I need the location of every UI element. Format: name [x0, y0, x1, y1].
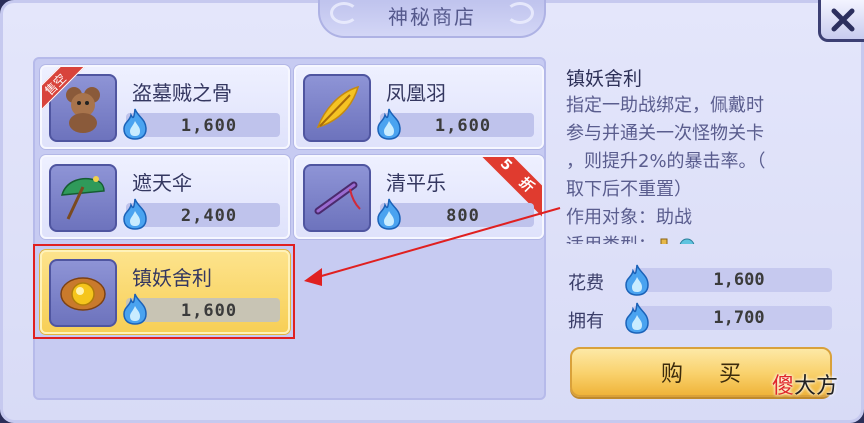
item-name: 清平乐: [386, 171, 446, 195]
phoenix-feather-icon: [303, 74, 371, 142]
item-card[interactable]: 遮天伞 2,400: [40, 155, 290, 239]
detail-title: 镇妖舍利: [566, 68, 643, 90]
close-icon: [831, 8, 854, 31]
item-price: 1,600: [180, 301, 238, 321]
title-tab: 神秘商店: [318, 0, 546, 38]
desc-line: 取下后不重置）: [566, 179, 692, 200]
item-card-selected[interactable]: 镇妖舍利 1,600: [40, 250, 290, 334]
blue-flame-icon: [120, 292, 150, 330]
desc-type: 适用类型：: [566, 232, 816, 244]
blue-flame-icon: [622, 301, 652, 339]
desc-line: ，则提升2%的暴击率。（: [566, 151, 766, 172]
type-label: 适用类型：: [566, 232, 656, 244]
boot-icon: [660, 238, 668, 244]
cost-row: 花费 1,600: [568, 264, 832, 296]
item-name: 凤凰羽: [386, 81, 446, 105]
item-price: 1,600: [180, 116, 238, 136]
watermark-text: 大方: [794, 374, 839, 399]
flute-icon: [303, 164, 371, 232]
item-price: 1,600: [434, 116, 492, 136]
swirl-decoration: [506, 2, 534, 24]
type-icons: [658, 237, 696, 244]
item-card[interactable]: 5 折 清平乐 800: [294, 155, 544, 239]
window-title: 神秘商店: [388, 4, 476, 29]
blue-flame-icon: [120, 107, 150, 145]
item-price: 800: [446, 206, 480, 226]
item-card[interactable]: 凤凰羽 1,600: [294, 65, 544, 149]
item-name: 镇妖舍利: [132, 266, 212, 290]
watermark: 傻大方: [772, 368, 838, 400]
watermark-accent: 傻: [772, 374, 795, 399]
desc-line: 参与并通关一次怪物关卡: [566, 123, 764, 144]
blue-flame-icon: [374, 107, 404, 145]
blue-flame-icon: [374, 197, 404, 235]
item-name: 遮天伞: [132, 171, 192, 195]
close-button[interactable]: [818, 0, 864, 42]
blue-flame-icon: [622, 263, 652, 301]
swirl-decoration: [330, 2, 358, 24]
relic-orb-icon: [49, 259, 117, 327]
owned-row: 拥有 1,700: [568, 302, 832, 334]
item-card[interactable]: 售空 盗墓贼之骨 1,600: [40, 65, 290, 149]
desc-target: 作用对象：助战: [566, 207, 692, 228]
blue-flame-icon: [120, 197, 150, 235]
detail-description: 指定一助战绑定，佩戴时 参与并通关一次怪物关卡 ，则提升2%的暴击率。（ 取下后…: [566, 92, 816, 244]
swirl-icon: [679, 238, 695, 244]
cost-label: 花费: [568, 273, 604, 294]
item-price: 2,400: [180, 206, 238, 226]
umbrella-icon: [49, 164, 117, 232]
owned-value: 1,700: [713, 308, 765, 328]
item-name: 盗墓贼之骨: [132, 81, 232, 105]
owned-label: 拥有: [568, 311, 604, 332]
cost-value: 1,600: [713, 270, 765, 290]
desc-line: 指定一助战绑定，佩戴时: [566, 95, 764, 116]
